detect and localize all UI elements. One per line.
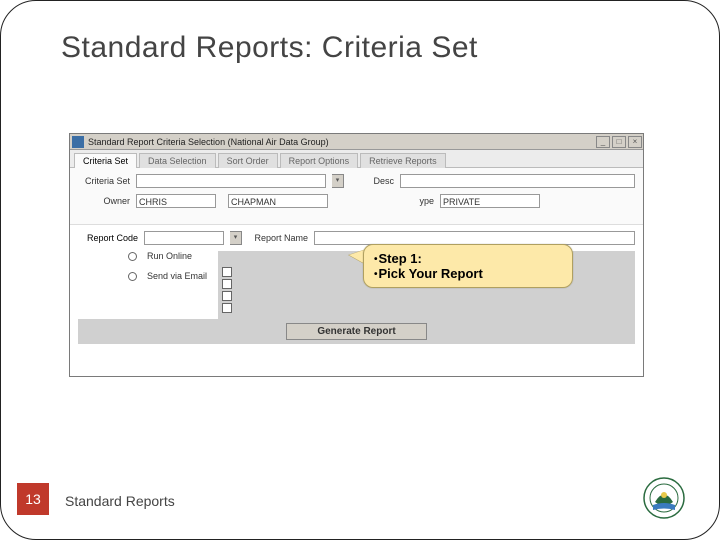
criteria-set-input[interactable] [136, 174, 326, 188]
desc-label: Desc [364, 176, 394, 186]
tab-strip: Criteria Set Data Selection Sort Order R… [70, 150, 643, 168]
type-input[interactable]: PRIVATE [440, 194, 540, 208]
generate-report-button[interactable]: Generate Report [286, 323, 426, 340]
report-code-input[interactable] [144, 231, 224, 245]
run-online-label: Run Online [147, 251, 192, 261]
run-online-radio[interactable] [128, 252, 137, 261]
option-checkbox-4[interactable] [222, 303, 232, 313]
owner-label: Owner [78, 196, 130, 206]
window-title: Standard Report Criteria Selection (Nati… [86, 137, 595, 147]
owner-last-input[interactable]: CHAPMAN [228, 194, 328, 208]
callout-line-2: Pick Your Report [374, 266, 562, 281]
criteria-set-dropdown-icon[interactable]: ▾ [332, 174, 344, 188]
callout-bubble: Step 1: Pick Your Report [363, 244, 573, 288]
epa-logo-icon [643, 477, 685, 519]
tab-criteria-set[interactable]: Criteria Set [74, 153, 137, 168]
page-number: 13 [17, 483, 49, 515]
send-email-label: Send via Email [147, 271, 207, 281]
footer-label: Standard Reports [65, 493, 175, 509]
slide-title: Standard Reports: Criteria Set [61, 31, 478, 65]
tab-sort-order[interactable]: Sort Order [218, 153, 278, 168]
tab-retrieve-reports[interactable]: Retrieve Reports [360, 153, 446, 168]
option-checkbox-2[interactable] [222, 279, 232, 289]
tab-data-selection[interactable]: Data Selection [139, 153, 216, 168]
report-name-label: Report Name [248, 233, 308, 243]
send-email-radio[interactable] [128, 272, 137, 281]
app-icon [72, 136, 84, 148]
desc-input[interactable] [400, 174, 635, 188]
report-code-label: Report Code [78, 233, 138, 243]
report-code-dropdown-icon[interactable]: ▾ [230, 231, 242, 245]
option-checkbox-1[interactable] [222, 267, 232, 277]
report-name-input[interactable] [314, 231, 635, 245]
window-titlebar: Standard Report Criteria Selection (Nati… [70, 134, 643, 150]
minimize-button[interactable]: _ [596, 136, 610, 148]
tab-report-options[interactable]: Report Options [280, 153, 359, 168]
owner-first-input[interactable]: CHRIS [136, 194, 216, 208]
close-button[interactable]: × [628, 136, 642, 148]
callout-line-1: Step 1: [374, 251, 562, 266]
option-checkbox-3[interactable] [222, 291, 232, 301]
maximize-button[interactable]: □ [612, 136, 626, 148]
type-label: ype [394, 196, 434, 206]
criteria-set-label: Criteria Set [78, 176, 130, 186]
